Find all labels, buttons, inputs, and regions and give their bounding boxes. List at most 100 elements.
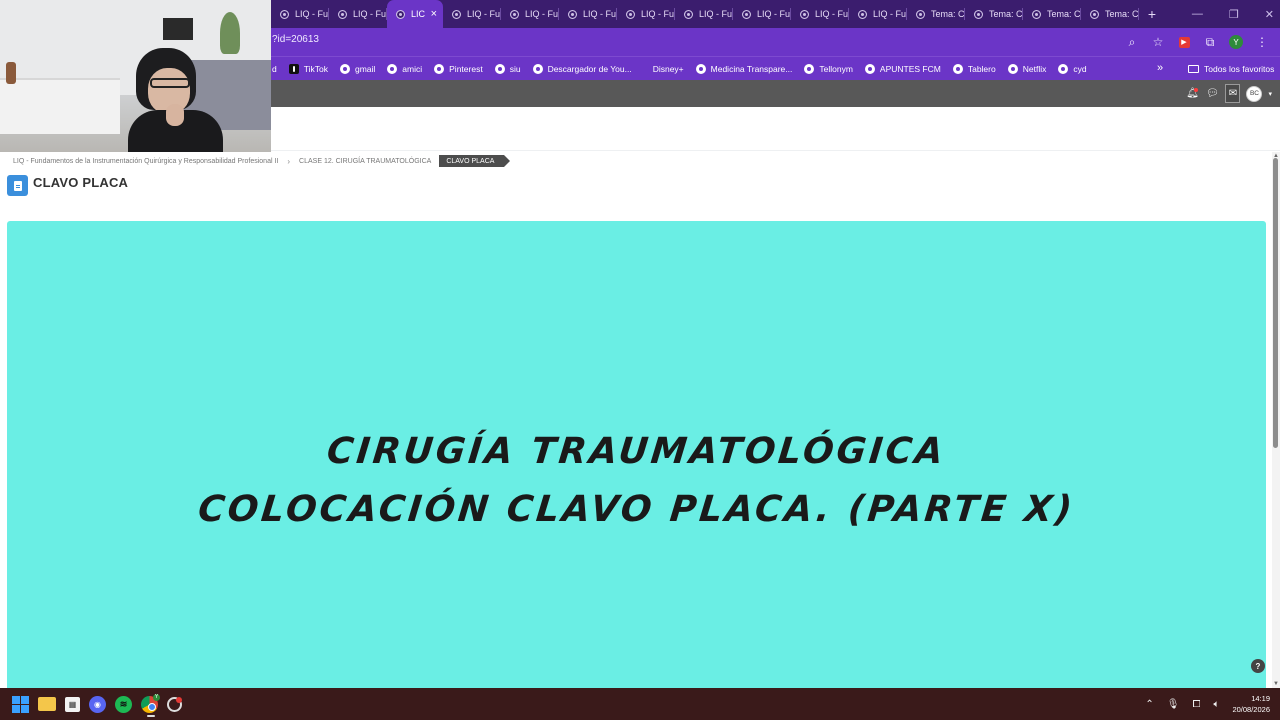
user-avatar[interactable]: BC bbox=[1246, 85, 1263, 102]
tab-label: LIQ - Fu bbox=[467, 9, 501, 19]
tab[interactable]: LIQ - Fu bbox=[559, 0, 617, 28]
bookmark-item[interactable]: Pinterest bbox=[434, 64, 483, 74]
tray-time: 14:19 bbox=[1251, 694, 1270, 703]
breadcrumb-section[interactable]: CLASE 12. CIRUGÍA TRAUMATOLÓGICA bbox=[299, 158, 431, 165]
bookmark-item[interactable]: Medicina Transpare... bbox=[695, 64, 792, 74]
toolbar-icons: ⌕ ☆ ▶ ⧉ Y ⋮ bbox=[1122, 32, 1272, 52]
zoom-icon[interactable]: ⌕ bbox=[1122, 32, 1142, 52]
tab-label: LIC bbox=[411, 9, 426, 19]
globe-icon bbox=[532, 64, 543, 74]
bookmarks-overflow-icon[interactable]: » bbox=[1157, 62, 1163, 74]
restore-icon[interactable]: ❐ bbox=[1229, 8, 1239, 21]
tab[interactable]: LIQ - Fu bbox=[617, 0, 675, 28]
chrome-profile-badge: Y bbox=[153, 693, 160, 701]
all-favorites-folder[interactable]: Todos los favoritos bbox=[1188, 57, 1274, 81]
tab[interactable]: LIQ - Fu bbox=[791, 0, 849, 28]
globe-icon bbox=[494, 64, 505, 74]
network-icon[interactable]: ⧠ bbox=[1192, 699, 1200, 710]
clock-app-icon[interactable] bbox=[167, 696, 182, 712]
document-icon bbox=[7, 175, 28, 196]
system-tray: ⌃ 🎙︎ ⧠ 🔈︎ 14:19 20/08/2026 bbox=[1145, 688, 1270, 720]
tab-active[interactable]: LIC × bbox=[387, 0, 443, 28]
bookmark-item[interactable]: amici bbox=[387, 64, 422, 74]
bookmark-item[interactable]: APUNTES FCM bbox=[864, 64, 941, 74]
extensions-puzzle-icon[interactable]: ⧉ bbox=[1200, 32, 1220, 52]
bookmark-label: d bbox=[272, 64, 277, 74]
bookmark-item[interactable]: Descargador de You... bbox=[532, 64, 632, 74]
bookmark-item[interactable]: Netflix bbox=[1007, 64, 1047, 74]
tab-label: Tema: C bbox=[989, 9, 1023, 19]
bookmark-label: Netflix bbox=[1022, 64, 1047, 74]
close-tab-icon[interactable]: × bbox=[431, 8, 437, 20]
bookmark-item[interactable]: d bbox=[272, 64, 277, 74]
tab-favicon-icon bbox=[1032, 9, 1041, 19]
page-scrollbar[interactable]: ▲ ▼ bbox=[1272, 152, 1280, 688]
file-explorer-icon[interactable] bbox=[38, 697, 56, 711]
minimize-icon[interactable]: — bbox=[1192, 8, 1203, 20]
close-window-icon[interactable]: ✕ bbox=[1265, 8, 1274, 21]
bookmark-item[interactable]: gmail bbox=[339, 64, 375, 74]
globe-icon bbox=[1007, 64, 1018, 74]
address-bar[interactable]: ?id=20613 bbox=[272, 34, 319, 45]
mail-icon[interactable]: ✉ bbox=[1225, 84, 1241, 103]
bookmark-star-icon[interactable]: ☆ bbox=[1148, 32, 1168, 52]
app-notification-badge bbox=[176, 696, 182, 703]
discord-icon[interactable]: ◉ bbox=[89, 695, 106, 713]
tab[interactable]: Tema: C bbox=[1081, 0, 1139, 28]
extension-red-icon[interactable]: ▶ bbox=[1174, 32, 1194, 52]
breadcrumb-separator: › bbox=[287, 156, 291, 166]
tab[interactable]: LIQ - Fu bbox=[501, 0, 559, 28]
tab[interactable]: LIQ - Fu bbox=[271, 0, 329, 28]
browser-menu-icon[interactable]: ⋮ bbox=[1252, 32, 1272, 52]
store-icon[interactable]: ▦ bbox=[65, 696, 80, 712]
bookmark-label: siu bbox=[509, 64, 521, 74]
tab[interactable]: LIQ - Fu bbox=[443, 0, 501, 28]
globe-icon bbox=[864, 64, 875, 74]
bookmark-item[interactable]: siu bbox=[494, 64, 521, 74]
tray-date: 20/08/2026 bbox=[1232, 705, 1270, 714]
tab-label: Tema: C bbox=[931, 9, 965, 19]
bookmark-item[interactable]: Tablero bbox=[952, 64, 996, 74]
chrome-icon[interactable]: Y bbox=[141, 693, 160, 717]
page-title: CLAVO PLACA bbox=[33, 175, 129, 190]
bookmark-item[interactable]: Tellonym bbox=[804, 64, 853, 74]
microphone-icon[interactable]: 🎙︎ bbox=[1167, 699, 1180, 710]
globe-icon bbox=[952, 64, 963, 74]
tray-clock[interactable]: 14:19 20/08/2026 bbox=[1232, 693, 1270, 715]
bookmark-item[interactable]: TikTok bbox=[288, 64, 328, 74]
tab[interactable]: Tema: C bbox=[907, 0, 965, 28]
tray-overflow-chevron-icon[interactable]: ⌃ bbox=[1145, 699, 1153, 710]
start-windows-icon[interactable] bbox=[12, 695, 29, 713]
notifications-bell-icon[interactable]: 🔔︎ bbox=[1185, 85, 1199, 103]
tab-label: LIQ - Fu bbox=[583, 9, 617, 19]
tab[interactable]: LIQ - Fu bbox=[733, 0, 791, 28]
user-menu-caret-icon[interactable]: ▾ bbox=[1268, 90, 1272, 98]
tab[interactable]: LIQ - Fu bbox=[849, 0, 907, 28]
breadcrumb-current: CLAVO PLACA bbox=[439, 155, 511, 167]
tab-label: Tema: C bbox=[1047, 9, 1081, 19]
scroll-down-icon[interactable]: ▼ bbox=[1273, 681, 1279, 687]
breadcrumb-course[interactable]: LIQ - Fundamentos de la Instrumentación … bbox=[13, 158, 278, 165]
volume-icon[interactable]: 🔈︎ bbox=[1213, 699, 1219, 710]
all-favorites-label: Todos los favoritos bbox=[1204, 64, 1275, 74]
tab[interactable]: LIQ - Fu bbox=[675, 0, 733, 28]
spotify-icon[interactable]: ≋ bbox=[115, 695, 132, 713]
help-button[interactable]: ? bbox=[1251, 659, 1265, 673]
window-controls: — ❐ ✕ bbox=[1192, 0, 1274, 28]
bookmark-label: Disney+ bbox=[652, 64, 684, 74]
webcam-overlay bbox=[0, 0, 271, 152]
tab-label: LIQ - Fu bbox=[353, 9, 387, 19]
scrollbar-thumb[interactable] bbox=[1273, 158, 1278, 448]
tab[interactable]: Tema: C bbox=[965, 0, 1023, 28]
tab[interactable]: LIQ - Fu bbox=[329, 0, 387, 28]
tab-list: LIQ - Fu LIQ - Fu LIC × LIQ - Fu LIQ - Fu LIQ … bbox=[271, 0, 1165, 28]
bookmark-item[interactable]: Disney+ bbox=[644, 64, 684, 74]
tab-favicon-icon bbox=[452, 9, 461, 19]
tab-label: LIQ - Fu bbox=[757, 9, 791, 19]
tab-favicon-icon bbox=[916, 9, 925, 19]
tab[interactable]: Tema: C bbox=[1023, 0, 1081, 28]
new-tab-button[interactable]: + bbox=[1139, 0, 1165, 28]
bookmark-item[interactable]: cyd bbox=[1058, 64, 1087, 74]
profile-avatar[interactable]: Y bbox=[1226, 32, 1246, 52]
chat-bubble-icon[interactable]: 💬︎ bbox=[1205, 85, 1219, 103]
